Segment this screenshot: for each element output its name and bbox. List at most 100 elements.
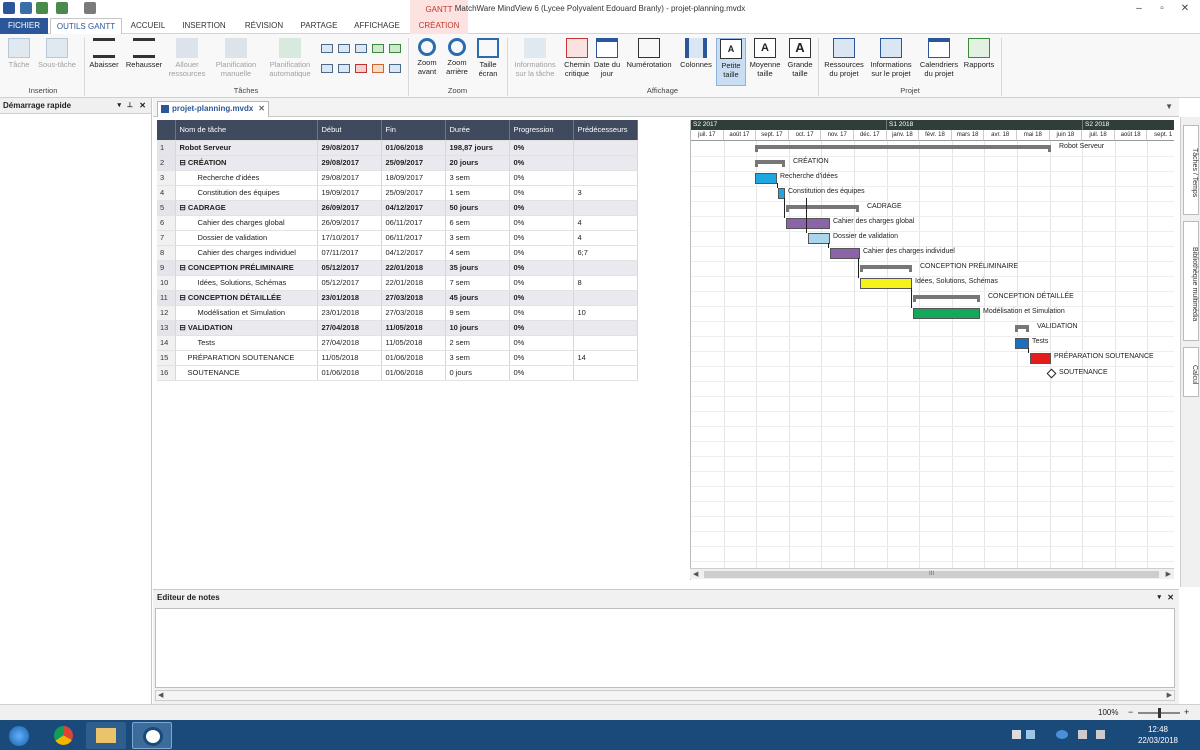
notes-scrollbar[interactable]: ◀ ▶ bbox=[155, 690, 1175, 701]
task-predecessors[interactable] bbox=[573, 140, 638, 156]
task-predecessors[interactable] bbox=[573, 335, 638, 351]
task-start[interactable]: 01/06/2018 bbox=[317, 365, 382, 381]
task-name[interactable]: ⊟ CONCEPTION PRÉLIMINAIRE bbox=[175, 260, 318, 276]
close-icon[interactable]: ✕ bbox=[1167, 590, 1174, 606]
task-progress[interactable]: 0% bbox=[509, 305, 574, 321]
task-end[interactable]: 06/11/2017 bbox=[381, 215, 446, 231]
task-duration[interactable]: 3 sem bbox=[445, 170, 510, 186]
task-predecessors[interactable] bbox=[573, 320, 638, 336]
task-name[interactable]: SOUTENANCE bbox=[175, 365, 318, 381]
task-progress[interactable]: 0% bbox=[509, 275, 574, 291]
gantt-horizontal-scrollbar[interactable]: ◀ III ▶ bbox=[690, 568, 1174, 579]
col-header-progress[interactable]: Progression bbox=[509, 120, 574, 141]
scroll-thumb[interactable]: III bbox=[704, 571, 1159, 578]
task-end[interactable]: 27/03/2018 bbox=[381, 305, 446, 321]
task-duration[interactable]: 50 jours bbox=[445, 200, 510, 216]
tab-affichage[interactable]: AFFICHAGE bbox=[348, 18, 406, 34]
project-calendars-button[interactable]: Calendriers du projet bbox=[917, 38, 961, 78]
col-header-end[interactable]: Fin bbox=[381, 120, 446, 141]
image-icon[interactable] bbox=[389, 64, 401, 73]
link-tasks-icon[interactable] bbox=[355, 44, 367, 53]
notes-text-area[interactable] bbox=[155, 608, 1175, 688]
link-tasks-icon[interactable] bbox=[338, 44, 350, 53]
task-progress[interactable]: 0% bbox=[509, 290, 574, 306]
task-end[interactable]: 11/05/2018 bbox=[381, 335, 446, 351]
task-start[interactable]: 23/01/2018 bbox=[317, 305, 382, 321]
task-predecessors[interactable]: 3 bbox=[573, 185, 638, 201]
task-end[interactable]: 04/12/2017 bbox=[381, 200, 446, 216]
task-start[interactable]: 26/09/2017 bbox=[317, 215, 382, 231]
tray-icons[interactable] bbox=[1012, 730, 1112, 740]
link-tasks-icon[interactable] bbox=[321, 44, 333, 53]
explorer-taskbar-button[interactable] bbox=[86, 722, 126, 749]
minimize-button[interactable]: – bbox=[1130, 2, 1148, 16]
task-start[interactable]: 27/04/2018 bbox=[317, 335, 382, 351]
task-name[interactable]: Recherche d'idées bbox=[175, 170, 318, 186]
fit-screen-button[interactable]: Taille écran bbox=[473, 38, 503, 78]
task-start[interactable]: 29/08/2017 bbox=[317, 155, 382, 171]
task-name[interactable]: ⊟ CADRAGE bbox=[175, 200, 318, 216]
col-header-name[interactable]: Nom de tâche bbox=[175, 120, 318, 141]
tab-fichier[interactable]: FICHIER bbox=[0, 18, 48, 34]
task-end[interactable]: 27/03/2018 bbox=[381, 290, 446, 306]
chevron-down-icon[interactable]: ▼ bbox=[1165, 102, 1173, 111]
task-end[interactable]: 22/01/2018 bbox=[381, 260, 446, 276]
close-icon[interactable]: ✕ bbox=[258, 102, 265, 116]
task-duration[interactable]: 35 jours bbox=[445, 260, 510, 276]
scroll-left-icon[interactable]: ◀ bbox=[693, 570, 698, 578]
task-progress[interactable]: 0% bbox=[509, 320, 574, 336]
maximize-button[interactable]: ▫ bbox=[1153, 2, 1171, 16]
network-icon[interactable] bbox=[1056, 730, 1068, 739]
critical-path-button[interactable]: Chemin critique bbox=[561, 38, 593, 78]
task-name[interactable]: Modélisation et Simulation bbox=[175, 305, 318, 321]
task-progress[interactable]: 0% bbox=[509, 170, 574, 186]
small-size-button[interactable]: A Petite taille bbox=[716, 38, 746, 86]
task-start[interactable]: 11/05/2018 bbox=[317, 350, 382, 366]
medium-size-button[interactable]: A Moyenne taille bbox=[748, 38, 782, 78]
manual-planning-button[interactable]: Planification manuelle bbox=[210, 38, 262, 78]
task-button[interactable]: Tâche bbox=[4, 38, 34, 69]
task-end[interactable]: 04/12/2017 bbox=[381, 245, 446, 261]
start-button[interactable] bbox=[2, 722, 36, 749]
task-duration[interactable]: 6 sem bbox=[445, 215, 510, 231]
demote-button[interactable]: Abaisser bbox=[87, 38, 121, 69]
monitor-icon[interactable] bbox=[1078, 730, 1087, 739]
task-predecessors[interactable]: 4 bbox=[573, 215, 638, 231]
flag-icon[interactable] bbox=[1012, 730, 1021, 739]
task-predecessors[interactable]: 4 bbox=[573, 230, 638, 246]
scroll-left-icon[interactable]: ◀ bbox=[158, 691, 163, 699]
task-duration[interactable]: 7 sem bbox=[445, 275, 510, 291]
zoom-plus-button[interactable]: + bbox=[1184, 707, 1189, 717]
task-predecessors[interactable] bbox=[573, 290, 638, 306]
tab-revision[interactable]: RÉVISION bbox=[236, 18, 292, 34]
task-name[interactable]: ⊟ VALIDATION bbox=[175, 320, 318, 336]
task-predecessors[interactable]: 14 bbox=[573, 350, 638, 366]
table-row[interactable]: 8 Cahier des charges individuel 07/11/2017… bbox=[157, 245, 638, 261]
task-duration[interactable]: 20 jours bbox=[445, 155, 510, 171]
tab-partage[interactable]: PARTAGE bbox=[294, 18, 344, 34]
task-progress[interactable]: 0% bbox=[509, 200, 574, 216]
milestone-icon[interactable] bbox=[355, 64, 367, 73]
link-tasks-icon[interactable] bbox=[372, 44, 384, 53]
mindview-taskbar-button[interactable] bbox=[132, 722, 172, 749]
col-header-start[interactable]: Début bbox=[317, 120, 382, 141]
task-name[interactable]: Cahier des charges global bbox=[175, 215, 318, 231]
task-duration[interactable]: 4 sem bbox=[445, 245, 510, 261]
task-name[interactable]: ⊟ CONCEPTION DÉTAILLÉE bbox=[175, 290, 318, 306]
numbering-button[interactable]: Numérotation bbox=[622, 38, 676, 69]
tab-accueil[interactable]: ACCUEIL bbox=[124, 18, 172, 34]
system-clock[interactable]: 12:48 22/03/2018 bbox=[1138, 724, 1178, 746]
chevron-up-icon[interactable] bbox=[1026, 730, 1035, 739]
table-row[interactable]: 13 ⊟ VALIDATION 27/04/2018 11/05/2018 10 jou… bbox=[157, 320, 638, 336]
task-start[interactable]: 26/09/2017 bbox=[317, 200, 382, 216]
table-row[interactable]: 12 Modélisation et Simulation 23/01/2018 27… bbox=[157, 305, 638, 321]
task-progress[interactable]: 0% bbox=[509, 365, 574, 381]
task-end[interactable]: 22/01/2018 bbox=[381, 275, 446, 291]
task-end[interactable]: 25/09/2017 bbox=[381, 155, 446, 171]
task-start[interactable]: 27/04/2018 bbox=[317, 320, 382, 336]
task-progress[interactable]: 0% bbox=[509, 245, 574, 261]
table-row[interactable]: 15 PRÉPARATION SOUTENANCE 11/05/2018 01/06/… bbox=[157, 350, 638, 366]
large-size-button[interactable]: A Grande taille bbox=[784, 38, 816, 78]
dropdown-icon[interactable]: ▾ bbox=[117, 98, 121, 114]
tab-bibliotheque[interactable]: Bibliothèque multimédia bbox=[1183, 221, 1199, 341]
